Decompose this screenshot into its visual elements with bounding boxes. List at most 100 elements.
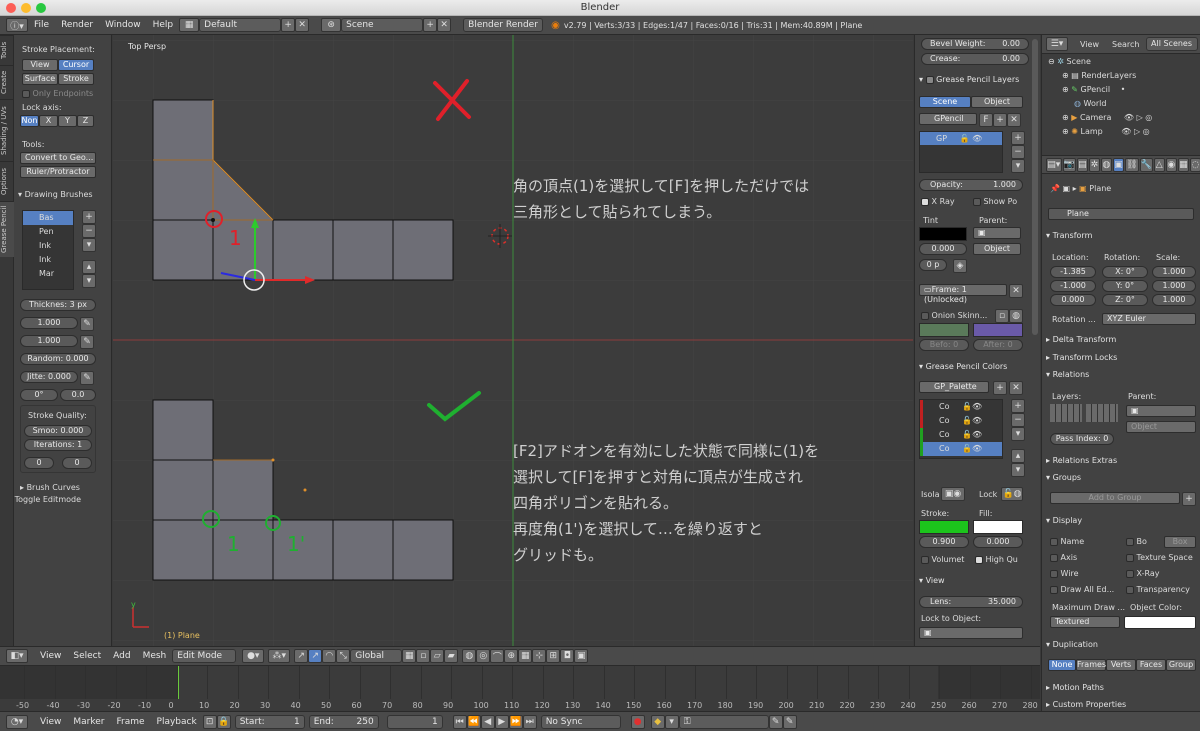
display-name-checkbox[interactable]: Name — [1050, 537, 1084, 546]
rotation-x-field[interactable]: X: 0° — [1102, 266, 1148, 278]
onion-skinning-checkbox[interactable]: Onion Skinn... — [921, 311, 987, 320]
scale-x-field[interactable]: 1.000 — [1152, 266, 1196, 278]
proportional-edit-icon[interactable]: ◎ — [476, 649, 491, 663]
menu-render[interactable]: Render — [55, 20, 99, 30]
object-color-swatch[interactable] — [1124, 616, 1196, 629]
move-color-down-icon[interactable]: ▾ — [1011, 463, 1025, 477]
render-tab-icon[interactable]: 📷 — [1062, 157, 1076, 172]
lock-object-field[interactable]: ▣ — [919, 627, 1023, 639]
xray-checkbox[interactable]: X Ray — [921, 197, 955, 206]
constraints-tab-icon[interactable]: ⛓ — [1125, 157, 1139, 172]
location-x-field[interactable]: -1.385 — [1050, 266, 1096, 278]
gp-layers-header[interactable]: ▾ Grease Pencil Layers — [919, 75, 1019, 84]
duplication-header[interactable]: ▾ Duplication — [1046, 640, 1098, 649]
sync-mode-select[interactable]: No Sync — [540, 714, 621, 729]
stroke-color-swatch[interactable] — [919, 520, 969, 534]
menu-window[interactable]: Window — [99, 20, 147, 30]
move-brush-down-icon[interactable]: ▾ — [82, 274, 96, 288]
palette-field[interactable]: GP_Palette — [919, 381, 989, 393]
menu-view[interactable]: View — [34, 651, 67, 661]
play-reverse-icon[interactable]: ◀ — [480, 714, 495, 729]
convert-to-geometry-button[interactable]: Convert to Geo... — [20, 152, 96, 164]
menu-help[interactable]: Help — [147, 20, 180, 30]
outliner-menu-view[interactable]: View — [1080, 40, 1099, 49]
delta-transform-header[interactable]: ▸ Delta Transform — [1046, 335, 1116, 344]
keyframe-type-icon[interactable]: ▾ — [664, 714, 679, 729]
palette-color-item[interactable]: Co 🔓👁 — [920, 414, 1002, 428]
brush-item[interactable]: Bas — [23, 211, 73, 225]
view-section-header[interactable]: ▾ View — [919, 576, 945, 585]
lock-color-icon[interactable]: 🔓◍ — [1001, 487, 1023, 501]
rotation-y-field[interactable]: Y: 0° — [1102, 280, 1148, 292]
dup-frames-button[interactable]: Frames — [1076, 659, 1106, 671]
parent-type-select[interactable]: Object — [973, 243, 1021, 255]
editor-type-outliner-icon[interactable]: ☰▾ — [1046, 37, 1068, 51]
menu-select[interactable]: Select — [67, 651, 107, 661]
world-tab-icon[interactable]: ◍ — [1100, 157, 1112, 172]
delete-keyframe-icon[interactable]: ✎ — [782, 714, 797, 729]
layer-buttons-right[interactable] — [1086, 404, 1118, 422]
max-draw-type-select[interactable]: Textured — [1050, 616, 1120, 628]
thickness-change-field[interactable]: 0 p — [919, 259, 947, 271]
before-frames-field[interactable]: Befo: 0 — [919, 339, 969, 351]
menu-frame[interactable]: Frame — [110, 717, 150, 727]
pressure-icon[interactable]: ✎ — [80, 317, 94, 331]
random-field[interactable]: Random: 0.000 — [20, 353, 96, 365]
draw-all-edges-checkbox[interactable]: Draw All Ed... — [1050, 585, 1114, 594]
dup-group-button[interactable]: Group — [1166, 659, 1196, 671]
remove-layer-icon[interactable]: − — [1011, 145, 1025, 159]
snap-element-icon[interactable]: ▦ — [518, 649, 533, 663]
angle-factor-field[interactable]: 0.0 — [60, 389, 96, 401]
new-gpencil-icon[interactable]: + — [993, 113, 1007, 127]
menu-timeline-view[interactable]: View — [34, 717, 67, 727]
gp-colors-header[interactable]: ▾ Grease Pencil Colors — [919, 362, 1007, 371]
eye-icon[interactable]: 👁 — [972, 134, 982, 143]
render-engine-select[interactable]: Blender Render — [463, 18, 544, 32]
unlink-gpencil-icon[interactable]: ✕ — [1007, 113, 1021, 127]
placement-stroke-button[interactable]: Stroke — [58, 73, 94, 85]
jump-next-keyframe-icon[interactable]: ⏩ — [508, 714, 523, 729]
display-mode-select[interactable]: All Scenes — [1146, 37, 1198, 51]
dup-verts-button[interactable]: Verts — [1106, 659, 1136, 671]
remove-brush-icon[interactable]: − — [82, 224, 96, 238]
editor-type-properties-icon[interactable]: ▤▾ — [1046, 157, 1062, 172]
only-endpoints-checkbox[interactable]: Only Endpoints — [22, 89, 93, 98]
lock-axis-z-button[interactable]: Z — [77, 115, 94, 127]
preview-range-icon[interactable]: ⊡ — [202, 714, 217, 729]
motion-paths-header[interactable]: ▸ Motion Paths — [1046, 683, 1104, 692]
after-color-swatch[interactable] — [973, 323, 1023, 337]
brush-item[interactable]: Mar — [23, 267, 73, 281]
fake-user-button[interactable]: F — [979, 113, 993, 127]
layer-specials-icon[interactable]: ▾ — [1011, 159, 1025, 173]
zoom-window-button[interactable] — [36, 3, 46, 13]
outliner-item-gpencil[interactable]: ⊕ ✎ GPencil • — [1062, 85, 1125, 94]
lock-icon[interactable]: 🔓 — [960, 134, 970, 143]
brush-value-field[interactable]: 1.000 — [20, 335, 78, 347]
opacity-field[interactable]: Opacity: 1.000 — [919, 179, 1023, 191]
relations-extras-header[interactable]: ▸ Relations Extras — [1046, 456, 1117, 465]
insert-keyframe-icon[interactable]: ✎ — [768, 714, 783, 729]
face-select-icon[interactable]: ▰ — [444, 649, 459, 663]
remove-scene-icon[interactable]: ✕ — [437, 18, 452, 32]
tab-shading-uvs[interactable]: Shading / UVs — [0, 99, 14, 161]
add-layer-icon[interactable]: + — [1011, 131, 1025, 145]
edge-select-icon[interactable]: ▱ — [430, 649, 445, 663]
add-to-group-button[interactable]: Add to Group — [1050, 492, 1180, 504]
display-header[interactable]: ▾ Display — [1046, 516, 1082, 525]
editor-type-3d-icon[interactable]: ◧▾ — [6, 649, 28, 663]
3d-viewport[interactable]: 1 1 1' y Top Persp (1) Plane 角の頂点(1)を選択し… — [113, 35, 913, 646]
data-tab-icon[interactable]: △ — [1153, 157, 1165, 172]
transform-orientation-select[interactable]: Global — [350, 649, 403, 663]
outliner-item-camera[interactable]: ⊕ ▶ Camera 👁 ▷ ◎ — [1062, 113, 1152, 122]
placement-view-button[interactable]: View — [22, 59, 58, 71]
drawing-brushes-header[interactable]: ▾ Drawing Brushes — [18, 190, 93, 199]
display-bounds-checkbox[interactable]: Bo — [1126, 537, 1147, 546]
record-icon[interactable]: ● — [630, 714, 645, 729]
add-layout-icon[interactable]: + — [281, 18, 296, 32]
translate-icon[interactable]: ↗ — [308, 649, 323, 663]
location-y-field[interactable]: -1.000 — [1050, 280, 1096, 292]
occlude-geometry-icon[interactable]: ◍ — [462, 649, 477, 663]
editor-type-info-icon[interactable]: ⓘ▾ — [6, 18, 28, 32]
physics-tab-icon[interactable]: ◌ — [1189, 157, 1200, 172]
rotation-mode-select[interactable]: XYZ Euler — [1102, 313, 1196, 325]
